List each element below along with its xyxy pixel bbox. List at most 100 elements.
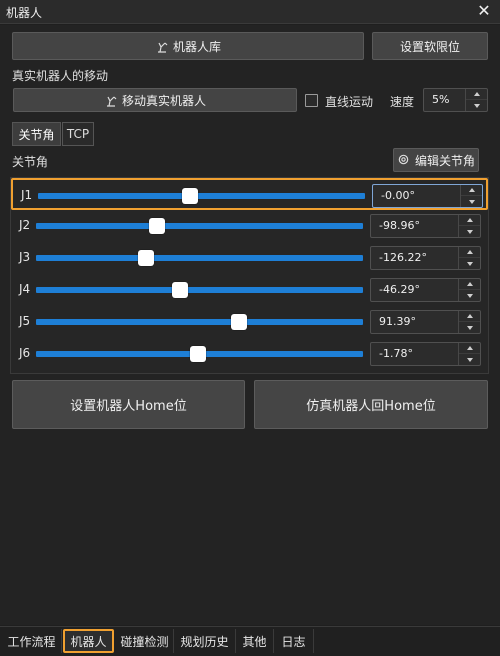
- joint-decrement-button[interactable]: [459, 290, 480, 301]
- speed-stepper[interactable]: 5%: [423, 88, 488, 112]
- speed-value: 5%: [432, 93, 450, 106]
- edit-joint-angles-button[interactable]: 编辑关节角: [393, 148, 479, 172]
- chevron-up-icon: [466, 314, 473, 318]
- joint-value: 91.39°: [379, 315, 416, 328]
- joint-slider-handle[interactable]: [189, 346, 206, 362]
- joint-value-stepper[interactable]: -126.22°: [370, 246, 481, 270]
- soft-limit-label: 设置软限位: [399, 39, 460, 54]
- joint-name: J5: [19, 314, 31, 328]
- tab-joint-angles-label: 关节角: [18, 127, 55, 142]
- joint-value: -126.22°: [379, 251, 427, 264]
- joint-value: -1.78°: [379, 347, 413, 360]
- joint-increment-button[interactable]: [459, 247, 480, 258]
- bottom-tab-label: 其他: [242, 634, 267, 649]
- joint-name: J6: [19, 346, 31, 360]
- joint-slider-track[interactable]: [36, 287, 363, 293]
- joint-slider-handle[interactable]: [171, 282, 188, 298]
- window-title: 机器人: [6, 6, 43, 20]
- robot-library-label: 机器人库: [172, 39, 221, 54]
- robot-library-button[interactable]: 机器人库: [12, 32, 364, 60]
- joint-slider-track[interactable]: [36, 223, 363, 229]
- chevron-up-icon: [466, 346, 473, 350]
- chevron-up-icon: [466, 218, 473, 222]
- chevron-down-icon: [466, 293, 473, 298]
- chevron-down-icon: [466, 357, 473, 362]
- bottom-tab-workflow[interactable]: 工作流程: [2, 629, 62, 653]
- joint-row-j4[interactable]: J4 -46.29°: [11, 274, 488, 306]
- tab-joint-angles[interactable]: 关节角: [12, 122, 61, 146]
- joint-increment-button[interactable]: [459, 311, 480, 322]
- joint-name: J3: [19, 250, 31, 264]
- joint-row-j1[interactable]: J1 -0.00°: [11, 178, 488, 210]
- chevron-up-icon: [473, 92, 480, 96]
- bottom-tab-label: 碰撞检测: [120, 634, 169, 649]
- joint-decrement-button[interactable]: [459, 226, 480, 237]
- move-real-robot-label: 移动真实机器人: [121, 93, 206, 108]
- joint-decrement-button[interactable]: [459, 322, 480, 333]
- joint-value-stepper[interactable]: -98.96°: [370, 214, 481, 238]
- joint-increment-button[interactable]: [461, 185, 482, 196]
- chevron-down-icon: [466, 261, 473, 266]
- bottom-tab-collision[interactable]: 碰撞检测: [116, 629, 174, 653]
- joint-list: J1 -0.00° J2 -98.96° J3 -126.22° J4 -46.29° J5 91…: [10, 177, 489, 374]
- set-soft-limit-button[interactable]: 设置软限位: [372, 32, 488, 60]
- joint-decrement-button[interactable]: [459, 354, 480, 365]
- linear-motion-label: 直线运动: [325, 95, 374, 109]
- joint-name: J2: [19, 218, 31, 232]
- joint-slider-handle[interactable]: [230, 314, 247, 330]
- bottom-tab-log[interactable]: 日志: [274, 629, 314, 653]
- bottom-tab-robot[interactable]: 机器人: [63, 629, 114, 653]
- joint-value-stepper[interactable]: -46.29°: [370, 278, 481, 302]
- sim-robot-home-button[interactable]: 仿真机器人回Home位: [254, 380, 488, 429]
- robot-arm-icon: [104, 93, 118, 107]
- joint-decrement-button[interactable]: [459, 258, 480, 269]
- joint-value: -46.29°: [379, 283, 420, 296]
- robot-panel: 机器人库 设置软限位 真实机器人的移动 移动真实机器人 直线运动 速度 5% 关…: [0, 25, 500, 625]
- joint-slider-handle[interactable]: [182, 188, 199, 204]
- joint-increment-button[interactable]: [459, 343, 480, 354]
- chevron-up-icon: [466, 250, 473, 254]
- joint-row-j3[interactable]: J3 -126.22°: [11, 242, 488, 274]
- set-robot-home-label: 设置机器人Home位: [70, 399, 187, 414]
- bottom-tab-plan-history[interactable]: 规划历史: [174, 629, 236, 653]
- tab-tcp-label: TCP: [66, 127, 90, 141]
- joint-value: -98.96°: [379, 219, 420, 232]
- speed-decrement-button[interactable]: [466, 100, 487, 111]
- joint-row-j6[interactable]: J6 -1.78°: [11, 338, 488, 370]
- chevron-up-icon: [468, 188, 475, 192]
- bottom-tab-other[interactable]: 其他: [236, 629, 274, 653]
- linear-motion-checkbox[interactable]: [305, 94, 318, 107]
- gear-icon: [397, 153, 411, 167]
- joint-value-stepper[interactable]: -1.78°: [370, 342, 481, 366]
- joint-slider-track[interactable]: [38, 193, 365, 199]
- joint-value: -0.00°: [381, 189, 415, 202]
- joint-value-stepper[interactable]: -0.00°: [372, 184, 483, 208]
- joint-row-j2[interactable]: J2 -98.96°: [11, 210, 488, 242]
- set-robot-home-button[interactable]: 设置机器人Home位: [12, 380, 245, 429]
- close-icon[interactable]: ✕: [476, 2, 492, 20]
- real-robot-section-label: 真实机器人的移动: [12, 69, 109, 83]
- bottom-tab-bar: 工作流程 机器人 碰撞检测 规划历史 其他 日志: [0, 626, 500, 656]
- joint-decrement-button[interactable]: [461, 196, 482, 207]
- chevron-up-icon: [466, 282, 473, 286]
- tab-tcp[interactable]: TCP: [62, 122, 94, 146]
- joint-increment-button[interactable]: [459, 215, 480, 226]
- joint-value-stepper[interactable]: 91.39°: [370, 310, 481, 334]
- joint-slider-handle[interactable]: [137, 250, 154, 266]
- edit-joint-angles-label: 编辑关节角: [414, 153, 475, 168]
- joint-name: J4: [19, 282, 31, 296]
- joint-slider-handle[interactable]: [148, 218, 165, 234]
- chevron-down-icon: [473, 103, 480, 108]
- chevron-down-icon: [468, 199, 475, 204]
- joint-row-j5[interactable]: J5 91.39°: [11, 306, 488, 338]
- chevron-down-icon: [466, 229, 473, 234]
- bottom-tab-label: 规划历史: [180, 634, 229, 649]
- move-real-robot-button[interactable]: 移动真实机器人: [13, 88, 297, 112]
- sim-robot-home-label: 仿真机器人回Home位: [306, 399, 436, 414]
- bottom-tab-label: 机器人: [70, 634, 107, 649]
- joint-slider-track[interactable]: [36, 319, 363, 325]
- speed-label: 速度: [390, 95, 415, 109]
- joint-slider-track[interactable]: [36, 255, 363, 261]
- speed-increment-button[interactable]: [466, 89, 487, 100]
- joint-increment-button[interactable]: [459, 279, 480, 290]
